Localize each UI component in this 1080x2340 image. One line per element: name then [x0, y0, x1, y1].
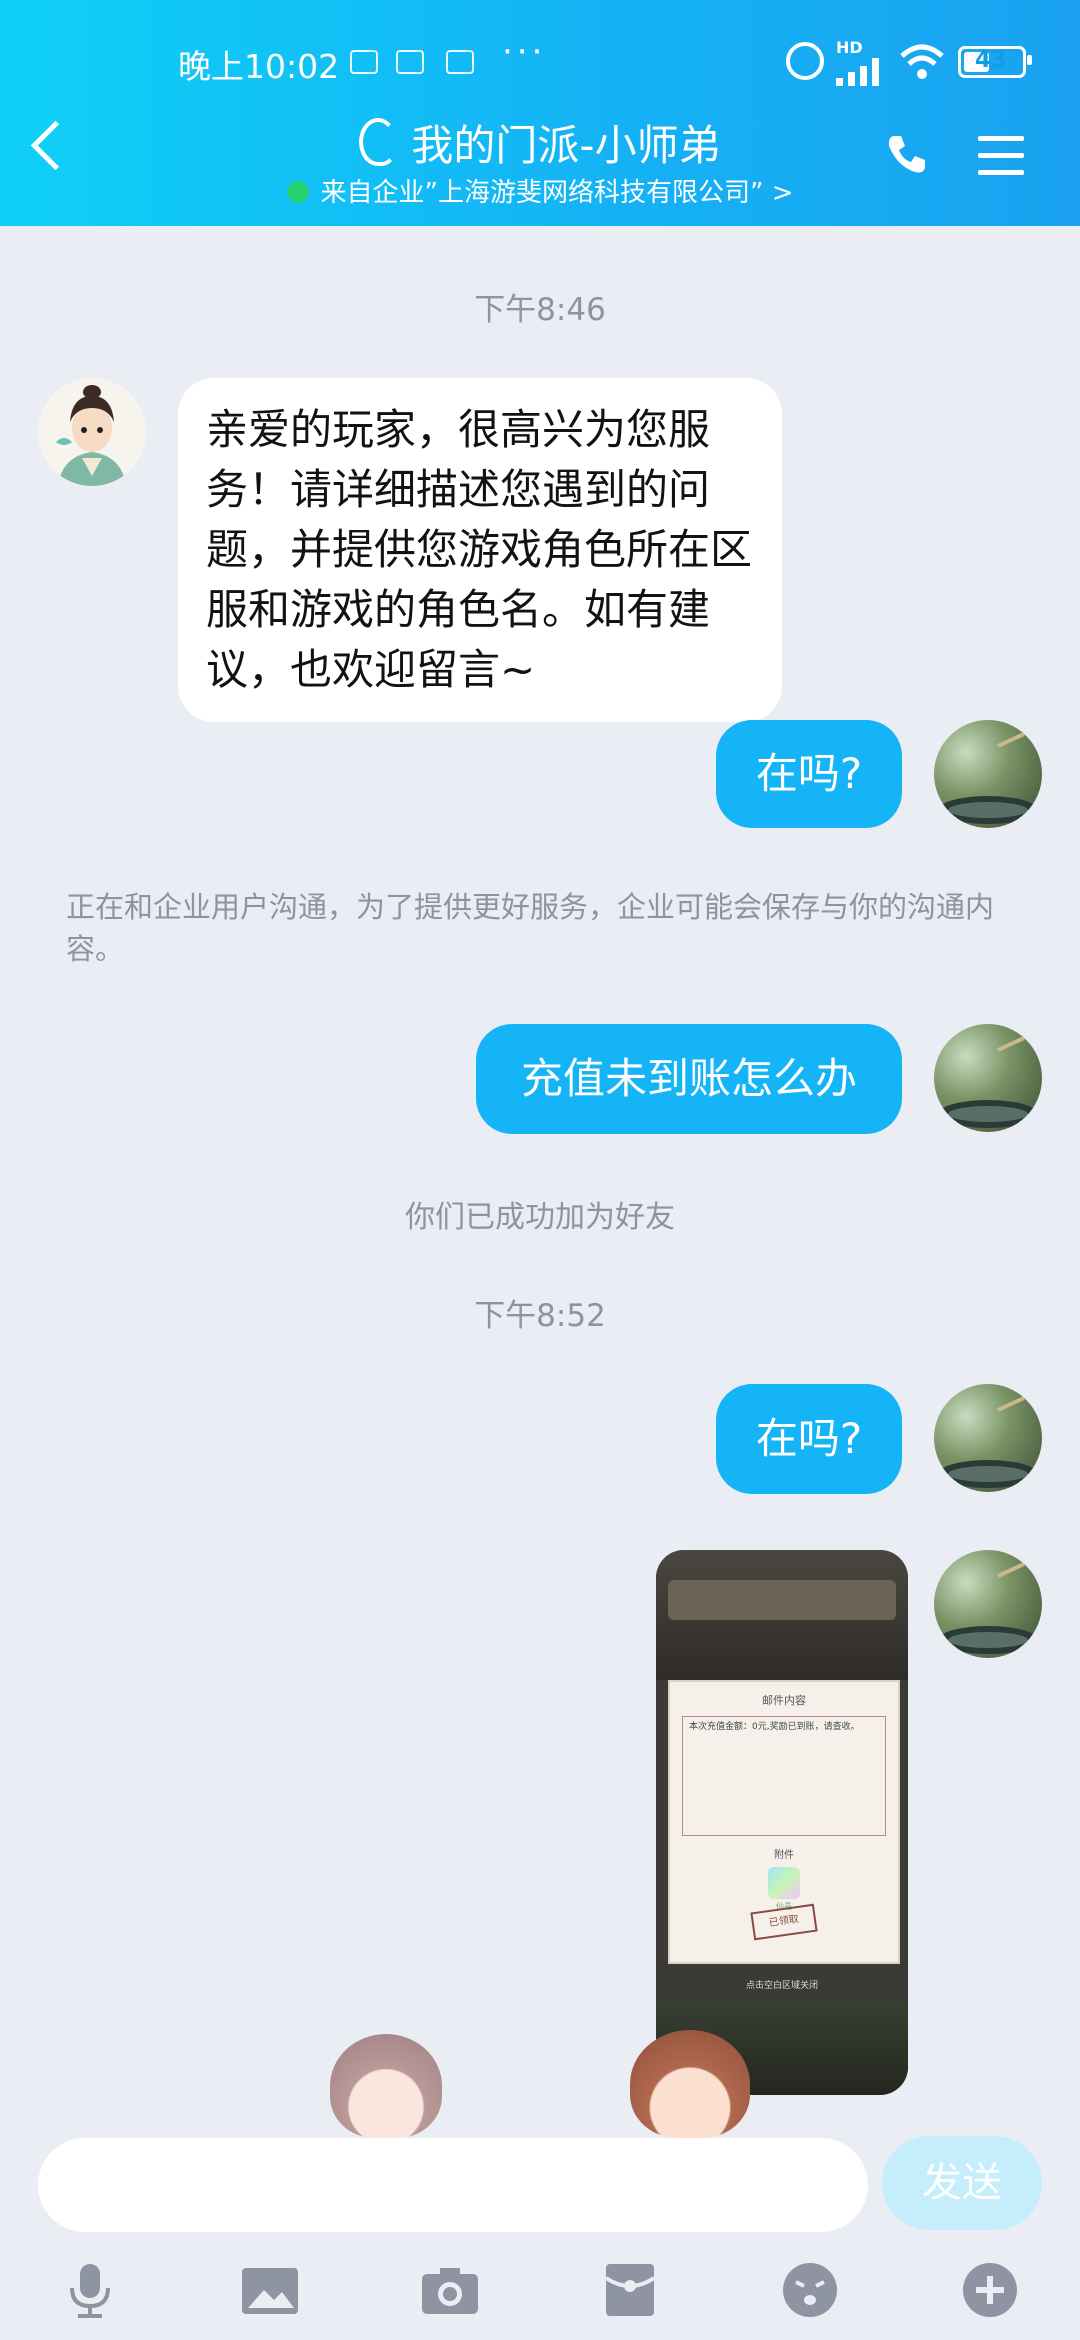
bot-message: 亲爱的玩家，很高兴为您服务！请详细描述您遇到的问题，并提供您游戏角色所在区服和游…: [178, 378, 782, 722]
camera-icon[interactable]: [420, 2260, 480, 2320]
attachment-label: 附件: [774, 1850, 794, 1861]
bot-avatar[interactable]: [38, 378, 146, 486]
status-time: 晚上10:02: [178, 47, 340, 86]
phone-call-button[interactable]: [885, 132, 929, 176]
image-message[interactable]: 邮件内容 本次充值金额：0元,奖励已到账，请查收。 附件 仙晶 已领取 点击空白…: [656, 1550, 908, 2095]
image-icon[interactable]: [240, 2260, 300, 2320]
more-notifications-icon: ···: [502, 32, 547, 72]
user-avatar[interactable]: [934, 1384, 1042, 1492]
sticker-girl: [330, 2034, 442, 2138]
user-avatar[interactable]: [934, 1550, 1042, 1658]
message-input[interactable]: [38, 2138, 868, 2232]
notification-icon: [446, 50, 474, 74]
ear-icon: [359, 118, 398, 166]
timestamp: 下午8:46: [474, 292, 606, 328]
send-button[interactable]: 发送: [882, 2136, 1042, 2230]
alarm-icon: [786, 42, 824, 80]
mic-icon[interactable]: [60, 2260, 120, 2320]
timestamp: 下午8:52: [474, 1298, 606, 1334]
menu-button[interactable]: [978, 136, 1024, 176]
plus-icon[interactable]: [960, 2260, 1020, 2320]
item-icon: [768, 1867, 800, 1899]
wifi-icon: [900, 44, 944, 79]
red-packet-icon[interactable]: [600, 2260, 660, 2320]
status-bar: 晚上10:02 ··· HD 43: [0, 32, 1080, 86]
user-message: 在吗?: [716, 1384, 902, 1494]
user-avatar[interactable]: [934, 1024, 1042, 1132]
company-link[interactable]: 来自企业”上海游斐网络科技有限公司” >: [0, 172, 1080, 209]
mail-body: 本次充值金额：0元,奖励已到账，请查收。: [682, 1716, 886, 1836]
user-message: 在吗?: [716, 720, 902, 828]
signal-icon: [836, 58, 890, 86]
hd-label: HD: [836, 38, 863, 57]
user-message: 充值未到账怎么办: [476, 1024, 902, 1134]
battery-icon: 43: [958, 46, 1032, 78]
sticker-boy: [630, 2030, 750, 2138]
emoji-icon[interactable]: [780, 2260, 840, 2320]
online-dot-icon: [286, 181, 309, 203]
company-link-text: 来自企业”上海游斐网络科技有限公司” >: [320, 178, 794, 208]
system-notice: 正在和企业用户沟通，为了提供更好服务，企业可能会保存与你的沟通内容。: [66, 890, 995, 966]
battery-level: 43: [975, 47, 1008, 73]
user-avatar[interactable]: [934, 720, 1042, 828]
bottom-toolbar: [0, 2250, 1080, 2340]
notification-icon: [350, 50, 378, 74]
mail-panel: 邮件内容 本次充值金额：0元,奖励已到账，请查收。 附件 仙晶 已领取: [668, 1680, 900, 1964]
chat-header: 晚上10:02 ··· HD 43 我的门派-小师弟 来自企业”上海游斐网络科技…: [0, 0, 1080, 226]
mail-panel-title: 邮件内容: [762, 1694, 806, 1707]
notification-icon: [396, 50, 424, 74]
friend-added-notice: 你们已成功加为好友: [405, 1200, 675, 1235]
close-hint: 点击空白区域关闭: [745, 1981, 818, 1991]
chat-title-text: 我的门派-小师弟: [411, 121, 721, 170]
